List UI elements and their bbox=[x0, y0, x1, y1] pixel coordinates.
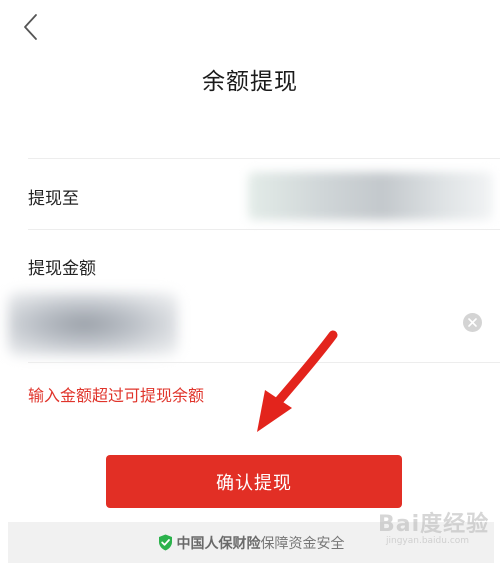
withdraw-amount-label: 提现金额 bbox=[28, 259, 96, 279]
baidu-watermark-url: jingyan.baidu.com bbox=[386, 536, 470, 546]
insurer-brand: 中国人保财险 bbox=[176, 536, 261, 552]
clear-button[interactable] bbox=[463, 313, 482, 332]
chevron-left-icon bbox=[24, 14, 37, 40]
back-button[interactable] bbox=[18, 12, 48, 42]
security-text: 保障资金安全 bbox=[260, 536, 345, 552]
amount-input[interactable] bbox=[28, 298, 448, 352]
divider bbox=[28, 158, 500, 159]
baidu-watermark: Bai度经验 bbox=[378, 512, 490, 537]
page-title: 余额提现 bbox=[202, 69, 298, 95]
shield-check-icon bbox=[158, 534, 172, 551]
divider bbox=[28, 229, 500, 230]
withdraw-to-account-blurred[interactable] bbox=[248, 172, 493, 220]
error-message: 输入金额超过可提现余额 bbox=[28, 386, 205, 405]
clear-circle-icon bbox=[468, 318, 477, 327]
divider bbox=[28, 362, 500, 363]
confirm-withdraw-button[interactable]: 确认提现 bbox=[106, 455, 402, 508]
withdraw-to-label: 提现至 bbox=[28, 189, 79, 209]
